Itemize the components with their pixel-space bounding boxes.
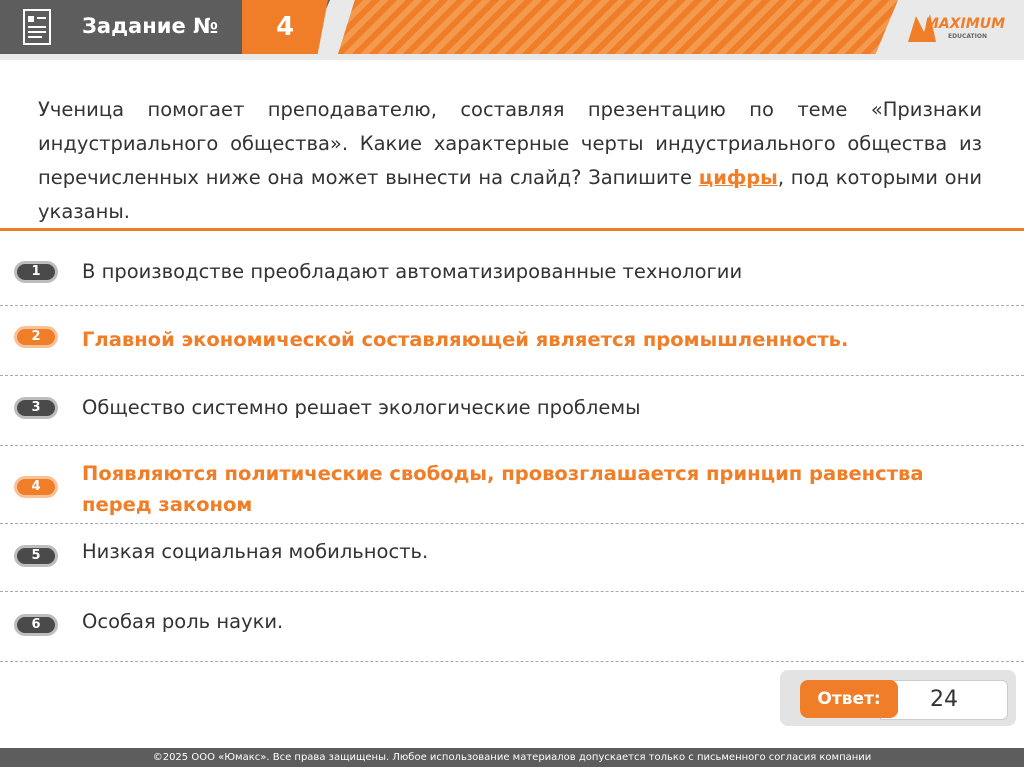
- item-text: Особая роль науки.: [82, 610, 284, 633]
- question-text: Ученица помогает преподавателю, составля…: [38, 93, 982, 229]
- list-item: 1 В производстве преобладают автоматизир…: [0, 244, 1024, 306]
- answer-value[interactable]: 24: [880, 680, 1008, 720]
- list-item: 3 Общество системно решает экологические…: [0, 376, 1024, 446]
- item-number-badge: 2: [14, 326, 58, 348]
- item-text: Общество системно решает экологические п…: [82, 396, 641, 419]
- logo-text: MAXIMUM: [925, 16, 1006, 32]
- task-number: 4: [242, 0, 328, 54]
- footer-copyright: ©2025 ООО «Юмакс». Все права защищены. Л…: [0, 748, 1024, 767]
- list-item: 5 Низкая социальная мобильность.: [0, 524, 1024, 592]
- question-highlight: цифры: [698, 166, 778, 189]
- item-number-badge: 5: [14, 545, 58, 567]
- question-divider: [0, 228, 1024, 231]
- item-text: Появляются политические свободы, провозг…: [82, 462, 924, 516]
- list-item: 4 Появляются политические свободы, прово…: [0, 446, 1024, 524]
- header-bar: Задание № 4 MAXIMUM EDUCATION: [0, 0, 1024, 60]
- task-title: Задание №: [82, 14, 219, 38]
- item-number-badge: 3: [14, 397, 58, 419]
- answer-label: Ответ:: [800, 680, 898, 718]
- item-separator: [0, 661, 1024, 662]
- list-item: 6 Особая роль науки.: [0, 592, 1024, 662]
- document-icon: [23, 9, 51, 45]
- item-number-badge: 4: [14, 476, 58, 498]
- header-stripe: [338, 0, 898, 54]
- item-text: Низкая социальная мобильность.: [82, 540, 429, 563]
- list-item: 2 Главной экономической составляющей явл…: [0, 306, 1024, 376]
- item-number-badge: 1: [14, 261, 58, 283]
- item-text: В производстве преобладают автоматизиров…: [82, 260, 743, 283]
- logo-subtext: EDUCATION: [948, 33, 987, 40]
- item-text: Главной экономической составляющей являе…: [82, 328, 849, 351]
- item-number-badge: 6: [14, 614, 58, 636]
